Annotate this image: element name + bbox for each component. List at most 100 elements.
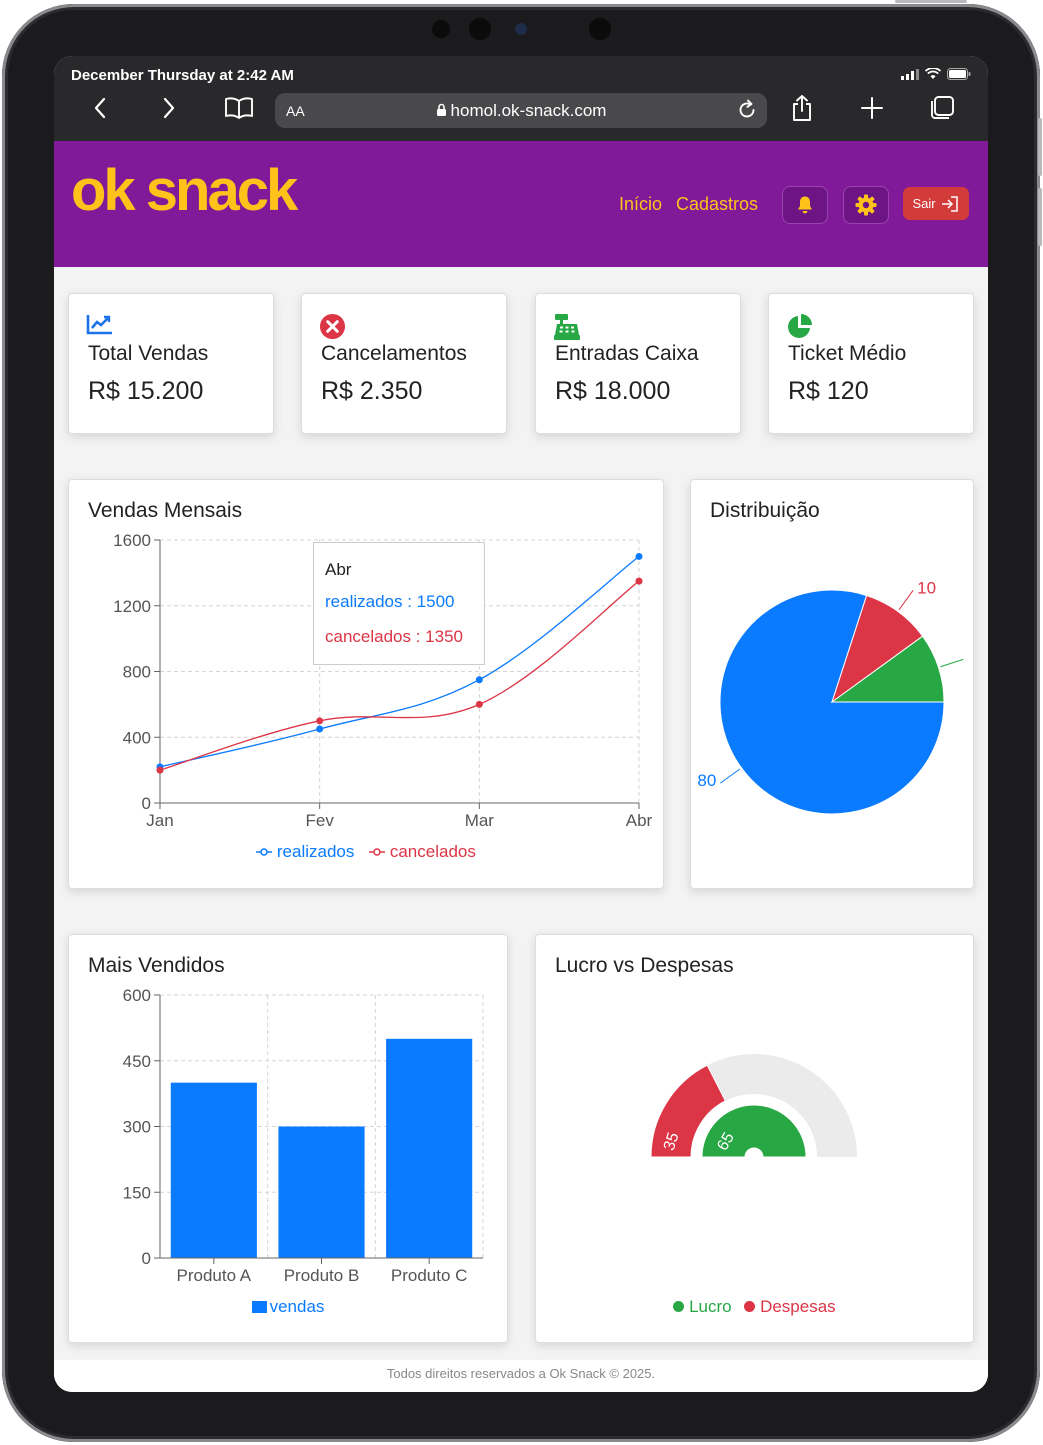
back-button[interactable]	[82, 90, 118, 126]
lock-icon	[436, 103, 446, 116]
legend-item-vendas[interactable]: vendas	[251, 1297, 325, 1316]
nav-cadastros[interactable]: Cadastros	[676, 194, 758, 215]
screen: December Thursday at 2:42 AM AA homol.ok…	[54, 56, 988, 1392]
data-point-cancelados	[156, 766, 164, 774]
bar-Produto A	[170, 1082, 257, 1258]
slice-label: 80	[697, 771, 716, 790]
bar-Produto B	[278, 1126, 365, 1258]
page-footer: Todos direitos reservados a Ok Snack © 2…	[54, 1360, 988, 1392]
chart-legend: realizados cancelados	[69, 842, 663, 862]
bookmarks-button[interactable]	[221, 90, 257, 126]
stat-title: Total Vendas	[88, 342, 209, 365]
data-point-realizados	[635, 552, 643, 560]
stat-card-total-vendas: Total Vendas R$ 15.200	[68, 293, 274, 434]
stat-title: Cancelamentos	[321, 342, 467, 365]
y-tick-label: 300	[123, 1118, 151, 1137]
card-vendas-mensais: Vendas Mensais 0 400 800 1200 1600 Jan Fev Mar A…	[68, 479, 664, 889]
pie-chart: 80 10	[697, 578, 964, 815]
stat-title: Entradas Caixa	[555, 342, 699, 365]
data-point-cancelados	[475, 700, 483, 708]
chevron-left-icon	[94, 97, 106, 119]
signal-icon	[901, 68, 919, 80]
camera-dot	[469, 18, 491, 40]
legend-item-lucro[interactable]: Lucro	[673, 1297, 736, 1316]
slice-label-leader	[720, 768, 741, 784]
bar-Produto C	[386, 1038, 473, 1258]
legend-dot	[673, 1301, 685, 1312]
legend-label: Despesas	[760, 1297, 836, 1316]
slice-label-leader	[898, 590, 914, 611]
y-tick-label: 600	[123, 986, 151, 1005]
cancel-circle-icon	[319, 313, 346, 340]
plus-icon	[861, 97, 883, 119]
chevron-right-icon	[163, 97, 175, 119]
status-icons	[901, 68, 971, 80]
notifications-button[interactable]	[782, 186, 828, 224]
new-tab-button[interactable]	[854, 90, 890, 126]
x-tick-label: Fev	[305, 811, 334, 830]
card-distribuicao: Distribuição 80 10	[690, 479, 974, 889]
front-camera	[515, 23, 527, 35]
stat-card-entradas-caixa: Entradas Caixa R$ 18.000	[535, 293, 741, 434]
stat-value: R$ 15.200	[88, 377, 204, 405]
card-lucro-despesas: Lucro vs Despesas 35 65 Lucro Despesas	[535, 934, 974, 1343]
forward-button[interactable]	[151, 90, 187, 126]
tooltip-category: Abr	[325, 560, 352, 579]
x-tick-label: Jan	[146, 811, 173, 830]
share-icon	[793, 95, 811, 121]
volume-button	[1038, 118, 1042, 176]
legend-line-marker	[369, 848, 386, 856]
legend-swatch	[251, 1301, 267, 1313]
share-button[interactable]	[784, 90, 820, 126]
data-point-cancelados	[316, 717, 324, 725]
y-tick-label: 800	[123, 663, 151, 682]
stat-value: R$ 2.350	[321, 377, 423, 405]
stat-card-cancelamentos: Cancelamentos R$ 2.350	[301, 293, 507, 434]
legend-label: vendas	[269, 1297, 325, 1316]
chart-legend: Lucro Despesas	[536, 1297, 973, 1317]
gear-icon	[855, 194, 877, 216]
reload-icon[interactable]	[735, 98, 759, 122]
stat-value: R$ 18.000	[555, 377, 671, 405]
slice-label: 10	[917, 578, 936, 597]
logout-button[interactable]: Sair	[903, 187, 969, 220]
status-time: December Thursday at 2:42 AM	[71, 67, 294, 84]
trend-chart-icon	[86, 315, 112, 335]
address-bar[interactable]: AA homol.ok-snack.com	[275, 93, 767, 128]
x-tick-label: Produto C	[391, 1266, 468, 1285]
book-icon	[225, 97, 253, 119]
chart-legend: vendas	[69, 1297, 507, 1317]
legend-item-cancelados[interactable]: cancelados	[369, 842, 476, 861]
legend-dot	[744, 1301, 756, 1312]
tabs-button[interactable]	[924, 90, 960, 126]
ok-snack-logo[interactable]: ok snack	[71, 157, 298, 224]
top-button	[895, 0, 967, 3]
legend-line-marker	[256, 848, 273, 856]
url-text: homol.ok-snack.com	[450, 101, 607, 120]
pie-icon	[788, 314, 812, 338]
legend-label: cancelados	[389, 842, 476, 861]
y-tick-label: 1600	[113, 531, 151, 550]
card-mais-vendidos: Mais Vendidos 0 150 300 450 600 Produto A Prod…	[68, 934, 508, 1343]
sign-out-icon	[941, 195, 958, 212]
app-header: ok snack Início Cadastros Sair	[54, 141, 988, 267]
url-display: homol.ok-snack.com	[275, 101, 767, 121]
bell-icon	[798, 196, 812, 214]
legend-item-realizados[interactable]: realizados	[256, 842, 359, 861]
nav-inicio[interactable]: Início	[619, 194, 662, 215]
half-donut-chart: 35 65	[650, 1054, 857, 1158]
y-tick-label: 450	[123, 1052, 151, 1071]
tabs-icon	[931, 96, 954, 119]
cash-register-icon	[554, 314, 580, 340]
settings-button[interactable]	[843, 186, 889, 224]
y-tick-label: 400	[123, 728, 151, 747]
data-point-cancelados	[635, 577, 643, 585]
y-tick-label: 150	[123, 1183, 151, 1202]
stat-value: R$ 120	[788, 377, 869, 405]
legend-label: realizados	[276, 842, 355, 861]
x-tick-label: Produto A	[176, 1266, 251, 1285]
legend-item-despesas[interactable]: Despesas	[744, 1297, 836, 1316]
y-tick-label: 0	[142, 1249, 151, 1268]
camera-dot	[589, 18, 611, 40]
browser-chrome: December Thursday at 2:42 AM AA homol.ok…	[54, 56, 988, 141]
